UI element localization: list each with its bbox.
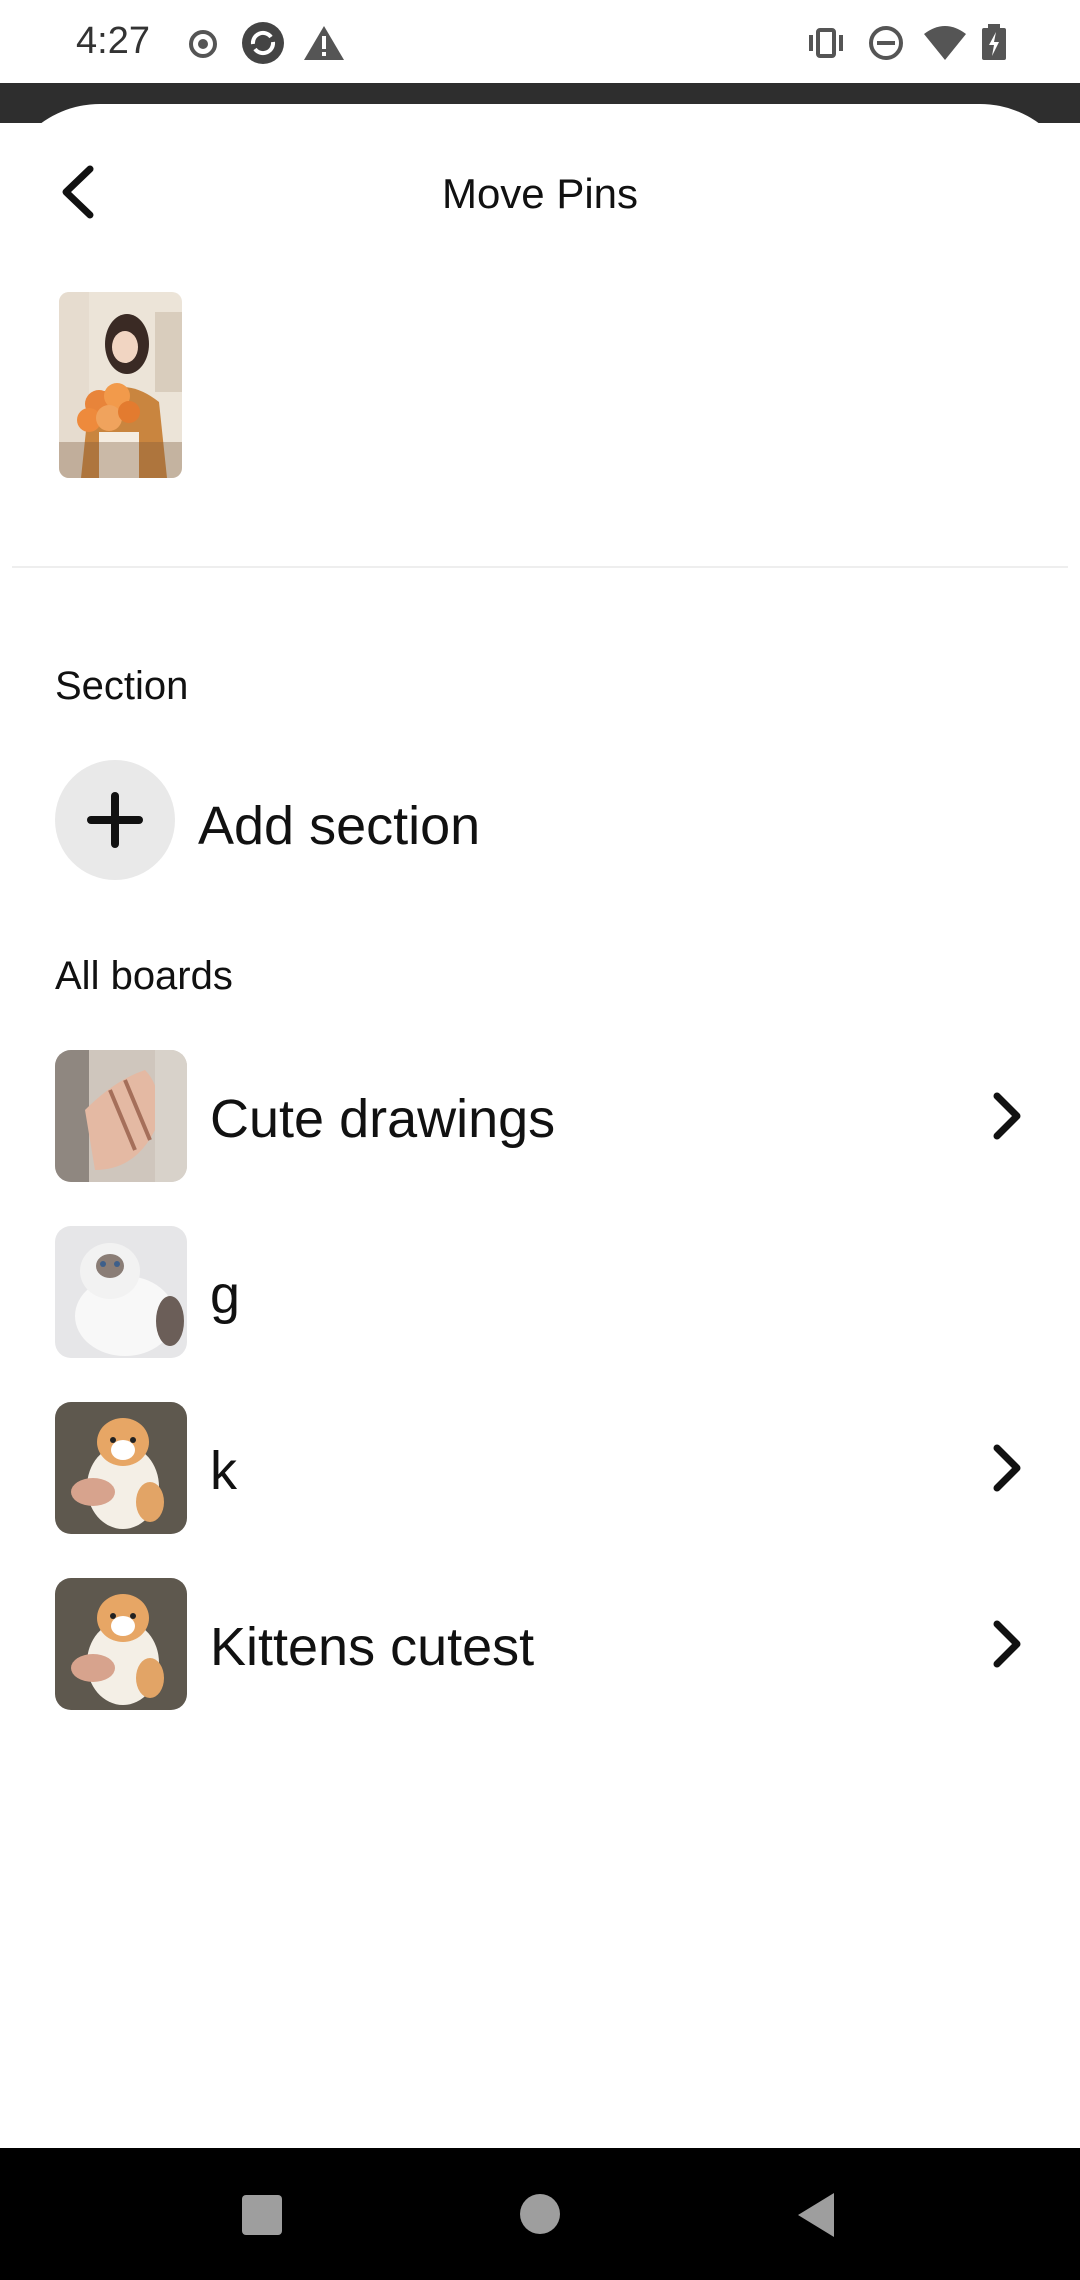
board-thumbnail	[55, 1402, 187, 1534]
chevron-right-icon	[993, 1620, 1021, 1668]
board-thumbnail	[55, 1050, 187, 1182]
chevron-right-icon	[993, 1092, 1021, 1140]
board-row-kittens-cutest[interactable]: Kittens cutest	[0, 1578, 1080, 1710]
warning-icon	[304, 26, 344, 60]
status-time: 4:27	[76, 20, 150, 62]
battery-charging-icon	[982, 24, 1006, 60]
status-bar: 4:27	[0, 0, 1080, 83]
wifi-icon	[924, 26, 966, 60]
board-thumbnail	[55, 1226, 187, 1358]
sync-icon	[242, 22, 284, 64]
home-circle-icon[interactable]	[519, 2193, 561, 2235]
board-thumbnail	[55, 1578, 187, 1710]
navigation-bar	[0, 2148, 1080, 2280]
board-row-cute-drawings[interactable]: Cute drawings	[0, 1050, 1080, 1182]
board-name: g	[210, 1265, 241, 1325]
board-row-g[interactable]: g	[0, 1226, 1080, 1358]
board-name: Cute drawings	[210, 1089, 556, 1149]
plus-icon	[87, 792, 143, 848]
selected-pin-thumbnail	[59, 292, 182, 478]
section-heading: Section	[55, 664, 189, 708]
all-boards-heading: All boards	[55, 954, 233, 998]
chevron-right-icon	[993, 1444, 1021, 1492]
divider	[12, 566, 1068, 568]
recents-square-icon[interactable]	[240, 2193, 284, 2237]
board-row-k[interactable]: k	[0, 1402, 1080, 1534]
add-section-label[interactable]: Add section	[198, 795, 480, 857]
back-triangle-icon[interactable]	[794, 2191, 838, 2239]
board-name: Kittens cutest	[210, 1617, 535, 1677]
vibrate-icon	[809, 28, 843, 58]
record-icon	[189, 30, 217, 58]
add-section-button[interactable]	[55, 760, 175, 880]
board-name: k	[210, 1441, 237, 1501]
do-not-disturb-icon	[869, 26, 903, 60]
page-title: Move Pins	[441, 170, 639, 217]
